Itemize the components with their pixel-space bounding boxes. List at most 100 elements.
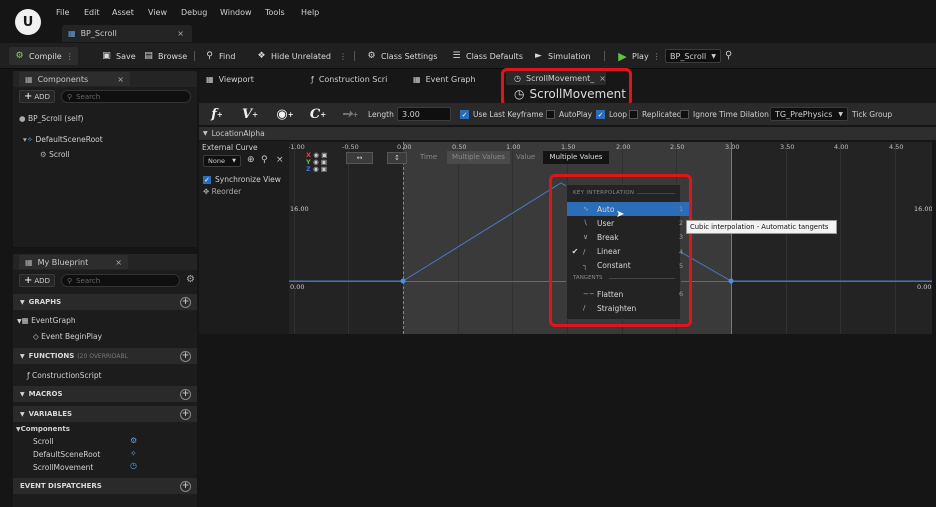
tab-construction-script[interactable]: ƒ Construction Scri bbox=[311, 71, 387, 87]
loop-checkbox[interactable]: ✓ Loop bbox=[596, 109, 627, 120]
search-icon[interactable]: ⚲ bbox=[725, 50, 732, 61]
simulation-button[interactable]: ► Simulation bbox=[533, 48, 591, 64]
function-icon: ƒ bbox=[311, 74, 314, 84]
find-button[interactable]: ⚲ Find bbox=[204, 48, 235, 64]
label: Replicated bbox=[642, 110, 682, 119]
menu-file[interactable]: File bbox=[56, 8, 69, 17]
highlight-box bbox=[549, 174, 692, 327]
menu-asset[interactable]: Asset bbox=[112, 8, 134, 17]
add-function-icon[interactable]: + bbox=[180, 350, 191, 362]
variable-label: DefaultSceneRoot bbox=[33, 450, 101, 459]
menu-debug[interactable]: Debug bbox=[181, 8, 207, 17]
components-category[interactable]: ▼Components bbox=[16, 425, 70, 433]
replicated-checkbox[interactable]: Replicated bbox=[629, 109, 681, 120]
tick-group-select[interactable]: TG_PrePhysics ▼ bbox=[770, 107, 848, 121]
document-tab[interactable]: ▦ BP_Scroll × bbox=[62, 25, 192, 42]
label: Loop bbox=[609, 110, 627, 119]
chevron-down-icon: ▼ bbox=[232, 158, 236, 164]
play-button[interactable]: ▶ Play ⋮ bbox=[617, 48, 661, 64]
track-header[interactable]: ▼ LocationAlpha bbox=[199, 127, 936, 140]
ignore-time-dilation-checkbox[interactable]: Ignore Time Dilation bbox=[680, 109, 769, 120]
autoplay-checkbox[interactable]: AutoPlay bbox=[546, 109, 592, 120]
kebab-icon[interactable]: ⋮ bbox=[653, 52, 661, 61]
add-color-track-button[interactable]: C + bbox=[307, 106, 329, 122]
class-settings-button[interactable]: ⚙ Class Settings bbox=[366, 48, 437, 64]
fit-horizontal-icon: ↔ bbox=[356, 154, 363, 162]
checkbox-checked: ✓ bbox=[596, 110, 605, 119]
variable-scroll[interactable]: Scroll bbox=[33, 437, 54, 446]
begin-play-item[interactable]: ◇ Event BeginPlay bbox=[33, 332, 102, 341]
components-search-input[interactable]: ⚲ Search bbox=[60, 90, 191, 103]
eye-icon[interactable]: ◉ bbox=[313, 165, 319, 173]
event-graph-item[interactable]: ▼▦ EventGraph bbox=[17, 316, 76, 325]
tree-item-scroll[interactable]: ⚙ Scroll bbox=[40, 150, 70, 159]
tab-label: Construction Scri bbox=[318, 74, 388, 84]
value-input[interactable]: Multiple Values bbox=[543, 151, 609, 164]
graphs-section[interactable]: ▼ GRAPHS + bbox=[13, 294, 197, 310]
variable-scrollmovement[interactable]: ScrollMovement bbox=[33, 463, 93, 472]
keyframe-point[interactable] bbox=[728, 278, 734, 284]
add-label: ADD bbox=[34, 92, 50, 101]
use-selected-icon[interactable]: ⊕ bbox=[247, 155, 255, 165]
menu-help[interactable]: Help bbox=[301, 8, 319, 17]
add-dispatcher-icon[interactable]: + bbox=[180, 480, 191, 492]
functions-section[interactable]: ▼ FUNCTIONS (20 OVERRIDABL + bbox=[13, 348, 197, 364]
my-blueprint-tab[interactable]: ▦ My Blueprint × bbox=[19, 255, 128, 269]
add-event-track-button[interactable]: ◉ + bbox=[274, 106, 296, 122]
event-dispatchers-section[interactable]: EVENT DISPATCHERS + bbox=[13, 478, 197, 494]
length-input[interactable]: 3.00 bbox=[397, 107, 451, 121]
macros-section[interactable]: ▼ MACROS + bbox=[13, 386, 197, 402]
close-icon[interactable]: × bbox=[117, 75, 124, 84]
use-last-keyframe-checkbox[interactable]: ✓ Use Last Keyframe bbox=[460, 109, 543, 120]
fit-vertical-button[interactable]: ↕ bbox=[387, 152, 407, 164]
debug-target-select[interactable]: BP_Scroll ▼ bbox=[665, 49, 721, 63]
add-macro-icon[interactable]: + bbox=[180, 388, 191, 400]
add-curve-asset-button[interactable]: ➙ + bbox=[339, 106, 361, 122]
add-member-button[interactable]: + ADD bbox=[19, 274, 55, 287]
add-graph-icon[interactable]: + bbox=[180, 296, 191, 308]
hide-unrelated-button[interactable]: ❖ Hide Unrelated ⋮ bbox=[256, 48, 347, 64]
lock-icon[interactable]: ▣ bbox=[321, 165, 327, 173]
value: Multiple Values bbox=[549, 153, 603, 161]
add-vector-track-button[interactable]: V + bbox=[239, 106, 261, 122]
kebab-icon[interactable]: ⋮ bbox=[66, 52, 74, 61]
value-label: Value bbox=[516, 153, 536, 161]
z-channel[interactable]: Z ◉ ▣ bbox=[306, 166, 327, 173]
timeline-toolbar: f + V + ◉ + C + ➙ + Length 3.00 ✓ Use Last Key… bbox=[199, 103, 936, 125]
menu-window[interactable]: Window bbox=[220, 8, 252, 17]
tree-item-self[interactable]: ● BP_Scroll (self) bbox=[19, 114, 83, 123]
close-icon[interactable]: × bbox=[177, 29, 184, 38]
menu-edit[interactable]: Edit bbox=[84, 8, 100, 17]
keyframe-point[interactable] bbox=[400, 278, 406, 284]
my-blueprint-search-input[interactable]: ⚲ Search bbox=[60, 274, 181, 287]
time-input[interactable]: Multiple Values bbox=[447, 151, 510, 164]
tab-viewport[interactable]: ▦ Viewport bbox=[206, 71, 254, 87]
variable-defaultsceneroot[interactable]: DefaultSceneRoot bbox=[33, 450, 100, 459]
unreal-logo-icon[interactable]: U bbox=[15, 9, 41, 35]
clear-icon[interactable]: × bbox=[276, 155, 284, 165]
synchronize-view-checkbox[interactable]: ✓ Synchronize View bbox=[203, 175, 281, 184]
variables-section[interactable]: ▼ VARIABLES + bbox=[13, 406, 197, 422]
save-button[interactable]: ▣ Save bbox=[101, 48, 135, 64]
close-icon[interactable]: × bbox=[115, 258, 122, 267]
external-curve-select[interactable]: None ▼ bbox=[203, 155, 241, 167]
tree-item-defaultsceneroot[interactable]: ▾✧ DefaultSceneRoot bbox=[23, 135, 103, 144]
fit-horizontal-button[interactable]: ↔ bbox=[346, 152, 373, 164]
menu-tools[interactable]: Tools bbox=[265, 8, 285, 17]
browse-button[interactable]: ▤ Browse bbox=[143, 48, 187, 64]
class-defaults-button[interactable]: ☰ Class Defaults bbox=[451, 48, 523, 64]
checkbox-checked: ✓ bbox=[460, 110, 469, 119]
reorder-handle[interactable]: ✥ Reorder bbox=[203, 187, 241, 196]
add-float-track-button[interactable]: f + bbox=[206, 106, 228, 122]
compile-button[interactable]: ⚙ Compile ⋮ bbox=[14, 48, 74, 64]
search-icon[interactable]: ⚲ bbox=[261, 155, 268, 165]
kebab-icon[interactable]: ⋮ bbox=[339, 52, 347, 61]
add-variable-icon[interactable]: + bbox=[180, 408, 191, 420]
add-component-button[interactable]: + ADD bbox=[19, 90, 55, 103]
components-tab[interactable]: ▦ Components × bbox=[19, 72, 130, 86]
variable-label: ScrollMovement bbox=[33, 463, 94, 472]
tab-event-graph[interactable]: ▦ Event Graph bbox=[413, 71, 476, 87]
menu-view[interactable]: View bbox=[148, 8, 167, 17]
construction-script-item[interactable]: ƒ ConstructionScript bbox=[27, 371, 102, 380]
gear-icon[interactable]: ⚙ bbox=[186, 274, 195, 288]
